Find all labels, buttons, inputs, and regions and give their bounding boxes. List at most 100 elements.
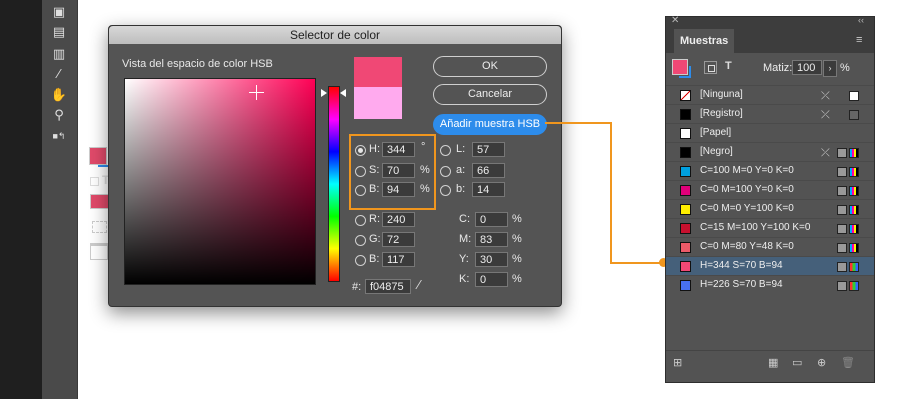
lab-b-field[interactable]: 14 (472, 182, 505, 197)
tint-label: Matiz: (763, 62, 793, 74)
swatch-chip (680, 204, 691, 215)
color-field[interactable] (124, 78, 316, 285)
new-color-group-icon[interactable]: ▭ (792, 357, 802, 369)
gradient-feather-tool-icon[interactable]: ▤ (50, 24, 68, 40)
tools-panel: ▣ ▤ ▥ ⁄ ✋ ⚲ ■↰ T (42, 0, 110, 399)
hue-slider-left-arrow-icon[interactable] (321, 89, 327, 97)
list-item[interactable]: [Ninguna] ⤫ (666, 85, 874, 105)
list-item[interactable]: C=0 M=0 Y=100 K=0 (666, 199, 874, 219)
hue-slider-right-arrow-icon[interactable] (340, 89, 346, 97)
list-item[interactable]: C=0 M=100 Y=0 K=0 (666, 180, 874, 200)
panel-menu-icon[interactable]: ≡ (856, 34, 862, 46)
cancel-button[interactable]: Cancelar (433, 84, 547, 105)
lab-b-radio[interactable] (440, 185, 451, 196)
a-field[interactable]: 66 (472, 163, 505, 178)
list-item[interactable]: C=15 M=100 Y=100 K=0 (666, 218, 874, 238)
ok-button[interactable]: OK (433, 56, 547, 77)
b-radio[interactable] (355, 185, 366, 196)
rgb-b-field[interactable]: 117 (382, 252, 415, 267)
list-item[interactable]: [Papel] (666, 123, 874, 143)
s-radio[interactable] (355, 166, 366, 177)
text-format-icon[interactable]: T (725, 60, 732, 72)
connector-line (610, 262, 665, 264)
original-color-swatch[interactable] (354, 87, 402, 119)
swatch-views-icon[interactable]: ▦ (768, 357, 778, 369)
hue-slider[interactable] (328, 86, 340, 282)
h-label: H: (369, 143, 380, 155)
close-icon[interactable]: ✕ (671, 15, 679, 26)
stroke-swatch-icon[interactable] (679, 66, 691, 78)
l-radio[interactable] (440, 145, 451, 156)
m-field[interactable]: 83 (475, 232, 508, 247)
none-swatch-icon (680, 90, 691, 101)
non-editable-icon: ⤫ (821, 147, 830, 159)
l-label: L: (456, 143, 466, 155)
field-cursor-icon (256, 85, 257, 100)
list-item[interactable]: [Negro] ⤫ (666, 142, 874, 162)
g-field[interactable]: 72 (382, 232, 415, 247)
swatch-chip (680, 128, 691, 139)
non-editable-icon: ⤫ (821, 90, 830, 102)
gradient-tool-icon[interactable]: ▣ (50, 4, 68, 20)
s-field[interactable]: 70 (382, 163, 415, 178)
list-item[interactable]: H=226 S=70 B=94 (666, 275, 874, 295)
default-colors-icon[interactable]: ■↰ (50, 128, 68, 144)
c-field[interactable]: 0 (475, 212, 508, 227)
eyedropper-tool-icon[interactable]: ⁄ (50, 66, 68, 82)
cmyk-mode-icon (849, 148, 859, 158)
eyedropper-icon[interactable]: ⁄ (418, 277, 420, 292)
divider (666, 350, 874, 351)
new-swatch-icon[interactable]: ⊕ (817, 357, 826, 369)
tab-swatches[interactable]: Muestras (674, 29, 734, 53)
show-all-swatches-icon[interactable]: ⊞ (673, 357, 682, 369)
hex-label: #: (352, 281, 362, 293)
rgb-b-radio[interactable] (355, 255, 366, 266)
add-hsb-swatch-button[interactable]: Añadir muestra HSB (433, 114, 547, 135)
swatch-name: C=0 M=0 Y=100 K=0 (700, 203, 794, 214)
container-format-icon[interactable] (704, 61, 717, 74)
formatting-container-icon[interactable] (90, 177, 99, 186)
cmyk-mode-icon (849, 224, 859, 234)
tint-field[interactable]: 100 (792, 60, 822, 75)
c-label: C: (459, 213, 470, 225)
zoom-tool-icon[interactable]: ⚲ (50, 107, 68, 123)
b-field[interactable]: 94 (382, 182, 415, 197)
r-radio[interactable] (355, 215, 366, 226)
panel-tabbar: Muestras ≡ (666, 29, 874, 53)
swatch-name: [Papel] (700, 127, 732, 138)
hand-tool-icon[interactable]: ✋ (50, 87, 68, 103)
mode-icon[interactable] (92, 221, 107, 233)
process-color-icon (837, 281, 847, 291)
screen-mode-icon[interactable] (90, 243, 108, 260)
y-field[interactable]: 30 (475, 252, 508, 267)
hex-field[interactable]: f04875 (365, 279, 411, 294)
h-field[interactable]: 344 (382, 142, 415, 157)
m-label: M: (459, 233, 472, 245)
list-item[interactable]: [Registro] ⤫ (666, 104, 874, 124)
swatch-name: [Negro] (700, 146, 733, 157)
r-field[interactable]: 240 (382, 212, 415, 227)
note-tool-icon[interactable]: ▥ (50, 46, 68, 62)
tint-arrow-icon[interactable]: › (823, 60, 837, 77)
h-radio[interactable] (355, 145, 366, 156)
cmyk-mode-icon (849, 186, 859, 196)
color-space-label: Vista del espacio de color HSB (122, 58, 273, 70)
swatch-chip (680, 223, 691, 234)
collapse-icon[interactable]: ‹‹ (858, 15, 864, 25)
process-color-icon (837, 167, 847, 177)
m-unit: % (512, 233, 522, 245)
k-field[interactable]: 0 (475, 272, 508, 287)
connector-line (545, 122, 611, 124)
swatch-name: [Registro] (700, 108, 743, 119)
cmyk-mode-icon (849, 167, 859, 177)
a-radio[interactable] (440, 166, 451, 177)
g-radio[interactable] (355, 235, 366, 246)
list-item-selected[interactable]: H=344 S=70 B=94 (666, 256, 874, 276)
l-field[interactable]: 57 (472, 142, 505, 157)
trash-icon[interactable]: 🗑 (841, 357, 855, 369)
swatch-name: C=100 M=0 Y=0 K=0 (700, 165, 794, 176)
list-item[interactable]: C=0 M=80 Y=48 K=0 (666, 237, 874, 257)
list-item[interactable]: C=100 M=0 Y=0 K=0 (666, 161, 874, 181)
apply-color-icon[interactable] (90, 194, 109, 209)
k-unit: % (512, 273, 522, 285)
